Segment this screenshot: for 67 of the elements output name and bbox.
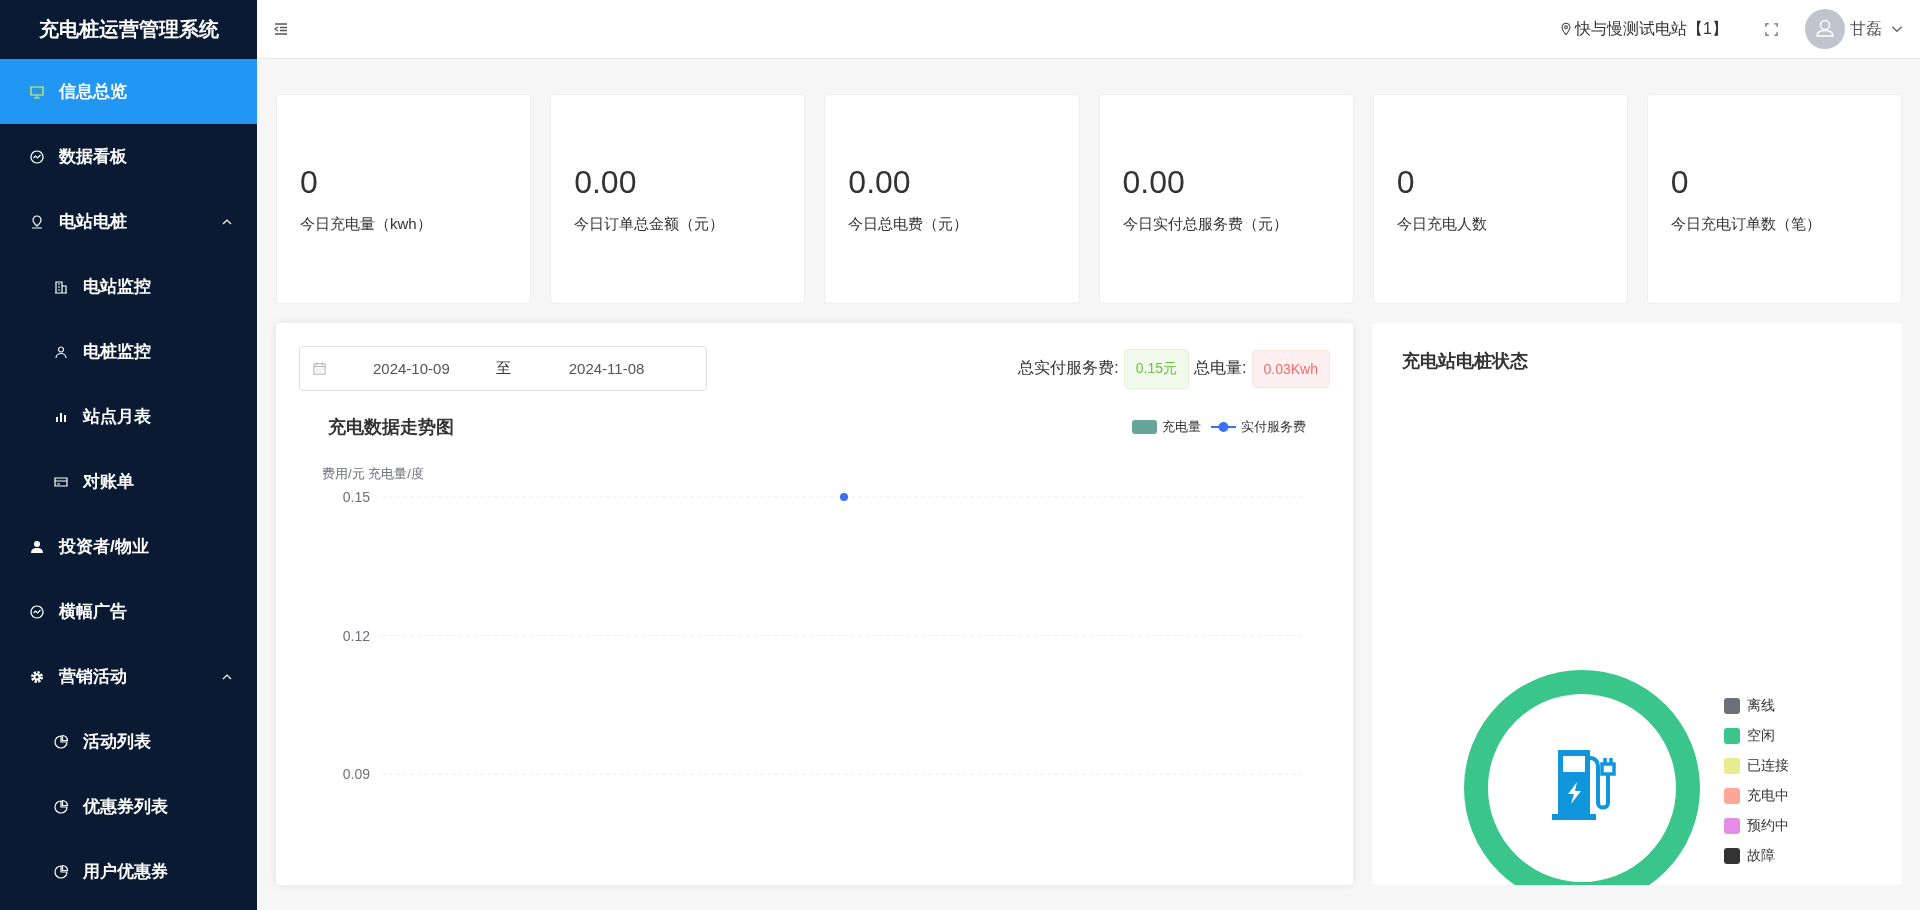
- legend-line-marker: [1211, 420, 1236, 434]
- location-pin-icon: [29, 213, 45, 230]
- data-point: [840, 493, 848, 501]
- sidebar-item[interactable]: 横幅广告: [0, 579, 257, 644]
- stat-label: 今日订单总金额（元）: [574, 215, 726, 234]
- stat-value: 0: [300, 164, 319, 201]
- stat-label: 今日充电量（kwh）: [300, 215, 433, 234]
- sidebar-subitem[interactable]: 活动列表: [0, 709, 257, 774]
- sidebar-item[interactable]: 投资者/物业: [0, 514, 257, 579]
- sidebar-subitem[interactable]: 优惠券列表: [0, 774, 257, 839]
- person-icon: [53, 343, 69, 360]
- sidebar-item[interactable]: 营销活动: [0, 644, 257, 709]
- y-axis-label: 费用/元 充电量/度: [322, 465, 425, 483]
- app-title: 充电桩运营管理系统: [37, 17, 220, 42]
- legend-label[interactable]: 离线: [1747, 697, 1775, 715]
- y-tick-label: 0.09: [342, 766, 370, 782]
- stat-label: 今日总电费（元）: [848, 215, 970, 234]
- legend-label[interactable]: 故障: [1747, 847, 1775, 865]
- stat-label: 今日实付总服务费（元）: [1122, 215, 1289, 234]
- total-label: 总电量:: [1194, 358, 1247, 378]
- sidebar-item[interactable]: 数据看板: [0, 124, 257, 189]
- legend-label[interactable]: 充电量: [1162, 418, 1201, 436]
- stat-value: 0: [1670, 164, 1690, 201]
- stat-value: 0: [1396, 164, 1416, 201]
- monitor-icon: [29, 83, 45, 100]
- menu-toggle-icon[interactable]: [273, 21, 289, 37]
- total-label: 总实付服务费:: [1018, 358, 1119, 378]
- legend-label[interactable]: 实付服务费: [1241, 418, 1306, 436]
- sidebar-subitem[interactable]: 电站监控: [0, 254, 257, 319]
- legend-label[interactable]: 已连接: [1747, 757, 1789, 775]
- pie-chart-icon: [53, 863, 69, 880]
- stat-value: 0.00: [1122, 164, 1186, 201]
- sidebar-subitem[interactable]: 用户优惠券: [0, 839, 257, 904]
- gauge-icon: [29, 148, 45, 165]
- location-pin-icon: [1559, 22, 1574, 36]
- sidebar-subitem[interactable]: 电桩监控: [0, 319, 257, 384]
- sidebar-item[interactable]: 电站电桩: [0, 189, 257, 254]
- total-tag: 0.15元: [1123, 348, 1190, 389]
- start-date: 2024-10-09: [373, 360, 450, 377]
- range-separator: 至: [495, 359, 511, 378]
- stat-value: 0.00: [848, 164, 912, 201]
- stat-value: 0.00: [574, 164, 638, 201]
- chart-title: 充电数据走势图: [328, 416, 454, 439]
- y-tick-label: 0.15: [342, 489, 370, 505]
- legend-label[interactable]: 充电中: [1747, 787, 1789, 805]
- fullscreen-icon[interactable]: [1764, 21, 1779, 37]
- end-date: 2024-11-08: [568, 360, 645, 377]
- legend-label[interactable]: 预约中: [1747, 817, 1789, 835]
- total-tag: 0.03Kwh: [1251, 349, 1330, 388]
- pie-chart-icon: [53, 733, 69, 750]
- y-tick-label: 0.12: [342, 627, 370, 644]
- gauge-icon: [29, 603, 45, 620]
- sidebar-subitem[interactable]: 站点月表: [0, 384, 257, 449]
- legend-swatch: [1132, 420, 1157, 434]
- building-icon: [53, 278, 69, 295]
- legend-label[interactable]: 空闲: [1747, 727, 1775, 745]
- user-name[interactable]: 甘磊: [1850, 18, 1882, 40]
- stat-label: 今日充电订单数（笔）: [1670, 215, 1822, 234]
- pie-chart-icon: [53, 798, 69, 815]
- station-name[interactable]: 快与慢测试电站【1】: [1575, 18, 1728, 40]
- sidebar-subitem[interactable]: 对账单: [0, 449, 257, 514]
- date-range-field[interactable]: 2024-10-09 至 2024-11-08: [299, 346, 707, 391]
- card-title: 充电站电桩状态: [1402, 350, 1529, 373]
- user-icon: [29, 538, 45, 555]
- calendar-icon: [312, 361, 327, 376]
- stat-label: 今日充电人数: [1396, 215, 1488, 234]
- settings-icon: [29, 668, 45, 685]
